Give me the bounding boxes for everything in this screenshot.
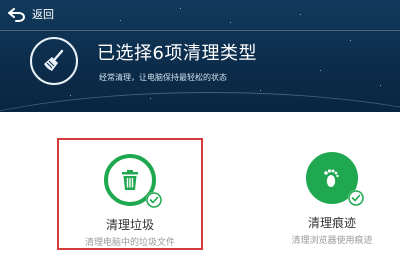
header-divider <box>0 30 400 31</box>
cleanup-options-area: 清理垃圾 清理电脑中的垃圾文件 清理痕迹 清理浏览器使用痕迹 <box>0 112 400 274</box>
page-title: 已选择6项清理类型 <box>97 43 257 64</box>
header-banner: 返回 已选择6项清理类型 经常清理，让电脑保持最轻松的状态 <box>0 0 400 112</box>
option-icon <box>306 152 364 206</box>
check-badge <box>146 192 162 208</box>
option-title: 清理痕迹 <box>307 216 356 230</box>
back-label: 返回 <box>32 8 54 21</box>
option-description: 清理浏览器使用痕迹 <box>291 236 373 246</box>
option-clean-traces[interactable]: 清理痕迹 清理浏览器使用痕迹 <box>259 138 400 250</box>
option-clean-junk[interactable]: 清理垃圾 清理电脑中的垃圾文件 <box>57 138 203 250</box>
checkmark-icon <box>146 192 162 208</box>
check-badge <box>348 190 364 206</box>
broom-icon <box>30 37 78 85</box>
option-description: 清理电脑中的垃圾文件 <box>84 238 175 248</box>
option-icon <box>104 154 162 208</box>
option-title: 清理垃圾 <box>105 218 154 232</box>
back-arrow-icon <box>8 8 25 22</box>
checkmark-icon <box>348 190 364 206</box>
back-button[interactable]: 返回 <box>8 6 54 24</box>
page-subtitle: 经常清理，让电脑保持最轻松的状态 <box>99 73 227 82</box>
header-horizon-arc <box>0 92 400 112</box>
